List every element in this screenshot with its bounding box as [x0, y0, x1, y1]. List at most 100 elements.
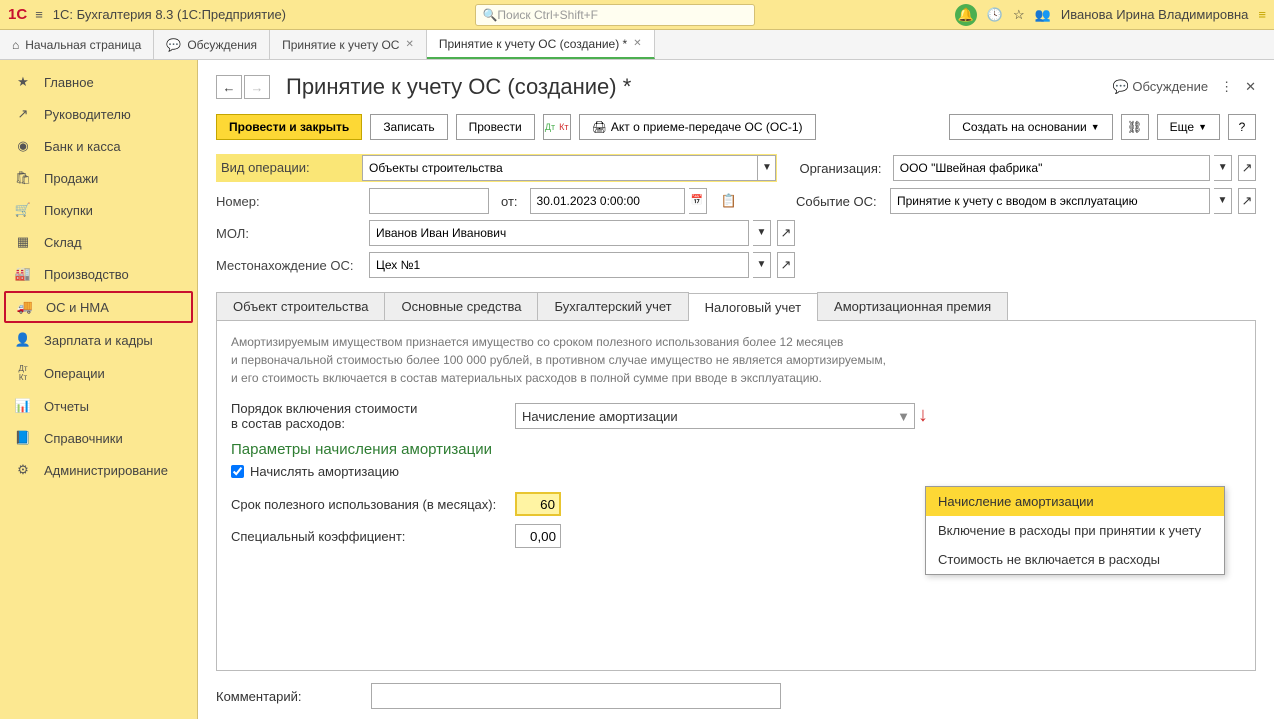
dropdown-button[interactable]: ▼ [758, 155, 776, 181]
operation-type-input[interactable] [362, 155, 758, 181]
sidebar-item-payroll[interactable]: 👤Зарплата и кадры [0, 324, 197, 356]
dropdown-button[interactable]: ▼ [753, 252, 771, 278]
bell-icon[interactable]: 🔔 [955, 4, 977, 26]
dropdown-option[interactable]: Включение в расходы при принятии к учету [926, 516, 1224, 545]
nav-back-button[interactable]: ← [216, 75, 242, 99]
sidebar-item-main[interactable]: ★Главное [0, 66, 197, 98]
star-icon[interactable]: ☆ [1013, 7, 1025, 23]
more-button[interactable]: Еще ▼ [1157, 114, 1220, 140]
tab-tax-accounting[interactable]: Налоговый учет [688, 293, 818, 321]
checkbox-input[interactable] [231, 465, 244, 478]
create-based-button[interactable]: Создать на основании ▼ [949, 114, 1112, 140]
more-actions-icon[interactable]: ⋮ [1220, 79, 1233, 95]
open-button[interactable]: ↗ [1238, 155, 1256, 181]
sidebar-item-fixed-assets[interactable]: 🚚ОС и НМА [4, 291, 193, 323]
open-button[interactable]: ↗ [777, 220, 795, 246]
event-input[interactable] [890, 188, 1210, 214]
tab-fixed-assets[interactable]: Основные средства [384, 292, 538, 320]
post-button[interactable]: Провести [456, 114, 535, 140]
sidebar-item-bank[interactable]: ◉Банк и касса [0, 130, 197, 162]
print-act-button[interactable]: 🖨 Акт о приеме-передаче ОС (ОС-1) [579, 114, 816, 140]
link-button[interactable]: ⛓ [1121, 114, 1149, 140]
post-and-close-button[interactable]: Провести и закрыть [216, 114, 362, 140]
user-icon[interactable]: 👥 [1035, 7, 1051, 23]
event-label: Событие ОС: [796, 194, 886, 209]
dtkt-icon: ДтКт [14, 364, 32, 382]
organization-input[interactable] [893, 155, 1211, 181]
dropdown-button[interactable]: ▼ [753, 220, 771, 246]
close-icon[interactable]: ✕ [405, 39, 413, 50]
chat-icon: 💬 [166, 38, 181, 52]
calendar-button[interactable]: 📅 [689, 188, 707, 214]
coefficient-input[interactable] [515, 524, 561, 548]
tab-depreciation-bonus[interactable]: Амортизационная премия [817, 292, 1008, 320]
number-input[interactable] [369, 188, 489, 214]
sidebar-item-warehouse[interactable]: ▦Склад [0, 226, 197, 258]
tab-construction-object[interactable]: Объект строительства [216, 292, 385, 320]
tab-os-accept-create[interactable]: Принятие к учету ОС (создание) *✕ [427, 30, 655, 59]
nav-forward-button[interactable]: → [244, 75, 270, 99]
useful-life-label: Срок полезного использования (в месяцах)… [231, 497, 511, 512]
open-button[interactable]: ↗ [777, 252, 795, 278]
open-button[interactable]: ↗ [1238, 188, 1256, 214]
dtkt-button[interactable]: ДтКт [543, 114, 571, 140]
factory-icon: 🏭 [14, 266, 32, 282]
tab-accounting[interactable]: Бухгалтерский учет [537, 292, 688, 320]
sidebar-item-operations[interactable]: ДтКтОперации [0, 356, 197, 390]
chevron-down-icon[interactable]: ▼ [897, 409, 910, 424]
amortize-checkbox[interactable]: Начислять амортизацию [231, 464, 1241, 479]
order-label: Порядок включения стоимости [231, 401, 511, 416]
cart-icon: 🛒 [14, 202, 32, 218]
clipboard-icon[interactable]: 📋 [721, 193, 737, 209]
dropdown-option[interactable]: Начисление амортизации [926, 487, 1224, 516]
sidebar-item-manager[interactable]: ↗Руководителю [0, 98, 197, 130]
coin-icon: ◉ [14, 138, 32, 154]
write-button[interactable]: Записать [370, 114, 447, 140]
sidebar-item-admin[interactable]: ⚙Администрирование [0, 454, 197, 486]
close-icon[interactable]: ✕ [633, 38, 641, 49]
info-text: Амортизируемым имуществом признается иму… [231, 333, 1241, 387]
star-icon: ★ [14, 74, 32, 90]
discuss-button[interactable]: 💬 Обсуждение [1113, 79, 1209, 95]
settings-icon[interactable]: ≡ [1258, 7, 1266, 22]
tab-os-accept[interactable]: Принятие к учету ОС✕ [270, 30, 427, 59]
mol-input[interactable] [369, 220, 749, 246]
dropdown-button[interactable]: ▼ [1214, 188, 1232, 214]
content: ← → Принятие к учету ОС (создание) * 💬 О… [198, 60, 1274, 719]
sidebar-item-sales[interactable]: 🛍Продажи [0, 162, 197, 194]
logo-1c: 1C [8, 6, 27, 23]
sidebar-item-purchases[interactable]: 🛒Покупки [0, 194, 197, 226]
gear-icon: ⚙ [14, 462, 32, 478]
sidebar-item-reports[interactable]: 📊Отчеты [0, 390, 197, 422]
location-input[interactable] [369, 252, 749, 278]
sidebar: ★Главное ↗Руководителю ◉Банк и касса 🛍Пр… [0, 60, 198, 719]
useful-life-input[interactable] [515, 492, 561, 516]
close-icon[interactable]: ✕ [1245, 79, 1256, 95]
coefficient-label: Специальный коэффициент: [231, 529, 511, 544]
operation-type-label: Вид операции: [217, 155, 362, 181]
menu-icon[interactable]: ≡ [35, 7, 43, 22]
page-title: Принятие к учету ОС (создание) * [286, 74, 631, 100]
expense-order-dropdown[interactable]: Начисление амортизации ▼ ↓ [515, 403, 915, 429]
trend-icon: ↗ [14, 106, 32, 122]
grid-icon: ▦ [14, 234, 32, 250]
search-icon: 🔍 [482, 8, 497, 22]
dropdown-button[interactable]: ▼ [1214, 155, 1232, 181]
tab-discussions[interactable]: 💬Обсуждения [154, 30, 270, 59]
date-input[interactable] [530, 188, 685, 214]
tab-strip: ⌂Начальная страница 💬Обсуждения Принятие… [0, 30, 1274, 60]
dropdown-option[interactable]: Стоимость не включается в расходы [926, 545, 1224, 574]
number-label: Номер: [216, 194, 365, 209]
search-input[interactable]: 🔍 Поиск Ctrl+Shift+F [475, 4, 755, 26]
app-title: 1С: Бухгалтерия 8.3 (1С:Предприятие) [53, 7, 286, 22]
expense-order-dropdown-list: Начисление амортизации Включение в расхо… [925, 486, 1225, 575]
comment-label: Комментарий: [216, 689, 365, 704]
tab-home[interactable]: ⌂Начальная страница [0, 30, 154, 59]
arrow-annotation: ↓ [918, 404, 928, 427]
sidebar-item-production[interactable]: 🏭Производство [0, 258, 197, 290]
mol-label: МОЛ: [216, 226, 365, 241]
sidebar-item-references[interactable]: 📘Справочники [0, 422, 197, 454]
comment-input[interactable] [371, 683, 781, 709]
help-button[interactable]: ? [1228, 114, 1256, 140]
history-icon[interactable]: 🕓 [987, 7, 1003, 23]
